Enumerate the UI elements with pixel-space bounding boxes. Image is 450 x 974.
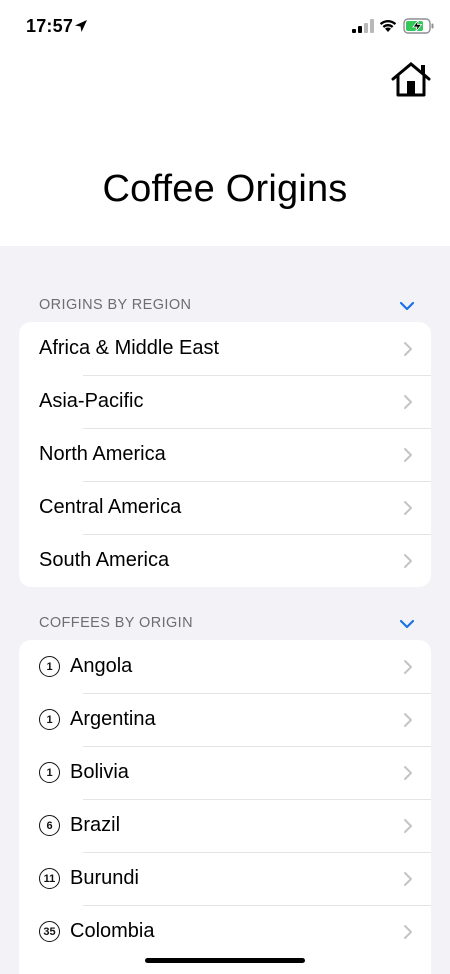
row-label: Africa & Middle East [39, 337, 220, 359]
coffees-list: 1 Angola 1 Argentina 1 Bolivia 6 Brazil … [19, 640, 431, 974]
header: 17:57 Coffee Origins [0, 0, 450, 246]
section-header-label: COFFEES BY ORIGIN [39, 615, 193, 631]
chevron-right-icon [404, 819, 412, 833]
home-indicator[interactable] [145, 958, 305, 963]
region-row-africa-middle-east[interactable]: Africa & Middle East [19, 322, 431, 375]
row-label: North America [39, 443, 166, 465]
row-label: Argentina [70, 708, 156, 730]
chevron-right-icon [404, 660, 412, 674]
page-title: Coffee Origins [102, 168, 348, 210]
chevron-right-icon [404, 713, 412, 727]
coffee-row-argentina[interactable]: 1 Argentina [19, 693, 431, 746]
count-badge: 35 [39, 921, 60, 942]
region-row-south-america[interactable]: South America [19, 534, 431, 587]
chevron-down-icon[interactable] [399, 299, 415, 313]
count-badge: 1 [39, 709, 60, 730]
row-label: Asia-Pacific [39, 390, 144, 412]
row-label: Burundi [70, 867, 139, 889]
section-header-label: ORIGINS BY REGION [39, 297, 192, 313]
home-icon[interactable] [390, 60, 432, 100]
chevron-right-icon [404, 501, 412, 515]
coffee-row-bolivia[interactable]: 1 Bolivia [19, 746, 431, 799]
count-badge: 6 [39, 815, 60, 836]
chevron-right-icon [404, 554, 412, 568]
row-label: Colombia [70, 920, 155, 942]
chevron-right-icon [404, 872, 412, 886]
chevron-right-icon [404, 766, 412, 780]
row-label: Brazil [70, 814, 121, 836]
count-badge: 11 [39, 868, 60, 889]
count-badge: 1 [39, 762, 60, 783]
chevron-right-icon [404, 342, 412, 356]
coffee-row-colombia[interactable]: 35 Colombia [19, 905, 431, 958]
status-bar: 17:57 [0, 0, 450, 54]
coffee-row-brazil[interactable]: 6 Brazil [19, 799, 431, 852]
chevron-right-icon [404, 925, 412, 939]
region-row-asia-pacific[interactable]: Asia-Pacific [19, 375, 431, 428]
row-label: Central America [39, 496, 182, 518]
status-time: 17:57 [26, 16, 74, 36]
wifi-icon [379, 19, 397, 32]
chevron-right-icon [404, 448, 412, 462]
battery-charging-icon [403, 18, 434, 34]
region-row-north-america[interactable]: North America [19, 428, 431, 481]
region-row-central-america[interactable]: Central America [19, 481, 431, 534]
row-label: South America [39, 549, 170, 571]
count-badge: 1 [39, 656, 60, 677]
chevron-down-icon[interactable] [399, 617, 415, 631]
coffee-row-burundi[interactable]: 11 Burundi [19, 852, 431, 905]
regions-list: Africa & Middle East Asia-Pacific North … [19, 322, 431, 587]
coffee-row-angola[interactable]: 1 Angola [19, 640, 431, 693]
section-header-regions: ORIGINS BY REGION [39, 297, 429, 317]
location-arrow-icon [75, 20, 87, 32]
row-label: Angola [70, 655, 133, 677]
section-header-coffees: COFFEES BY ORIGIN [39, 615, 429, 635]
chevron-right-icon [404, 395, 412, 409]
cellular-signal-icon [352, 19, 374, 33]
row-label: Bolivia [70, 761, 129, 783]
screen: 17:57 Coffee Origins ORIGINS BY REGION A… [0, 0, 450, 974]
